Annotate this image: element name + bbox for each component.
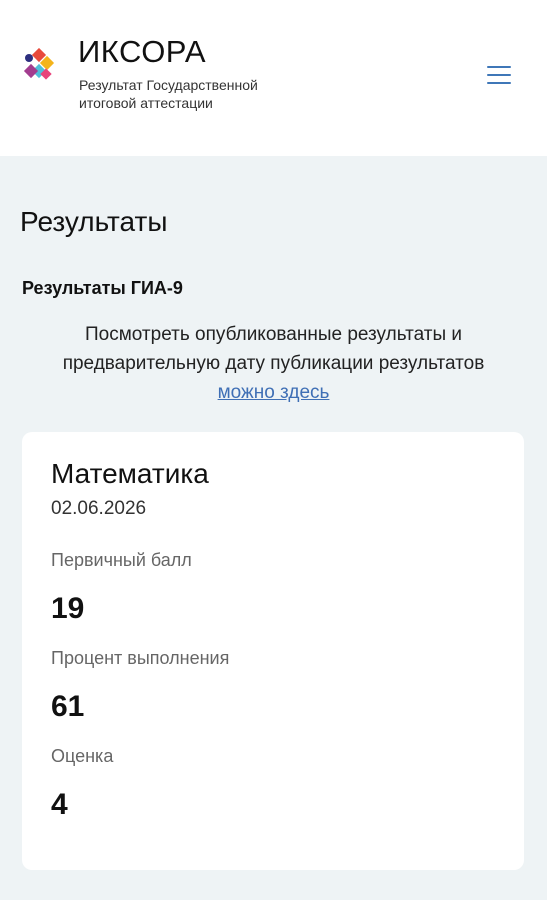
subject-name: Математика <box>51 458 209 489</box>
brand-subtitle: Результат Государственной итоговой аттес… <box>79 77 258 111</box>
page-title: Результаты <box>20 206 168 237</box>
primary-score-value: 19 <box>51 592 85 625</box>
header: ИКСОРА Результат Государственной итогово… <box>0 0 547 156</box>
hamburger-menu-icon[interactable] <box>484 62 514 88</box>
logo-icon[interactable] <box>22 48 58 84</box>
result-card: Математика 02.06.2026 Первичный балл 19 … <box>22 432 524 870</box>
exam-date: 02.06.2026 <box>51 498 147 519</box>
grade-label: Оценка <box>51 746 114 766</box>
results-link[interactable]: можно здесь <box>218 382 330 403</box>
brand-title: ИКСОРА <box>78 34 207 69</box>
percent-label: Процент выполнения <box>51 648 230 668</box>
info-text-line-1: Посмотреть опубликованные результаты и <box>84 324 463 345</box>
grade-value: 4 <box>51 788 68 821</box>
info-text-line-2: предварительную дату публикации результа… <box>62 353 485 374</box>
primary-score-label: Первичный балл <box>51 550 192 570</box>
percent-value: 61 <box>51 690 85 723</box>
section-title: Результаты ГИА-9 <box>22 278 183 298</box>
info-text: Посмотреть опубликованные результаты и п… <box>0 320 547 407</box>
